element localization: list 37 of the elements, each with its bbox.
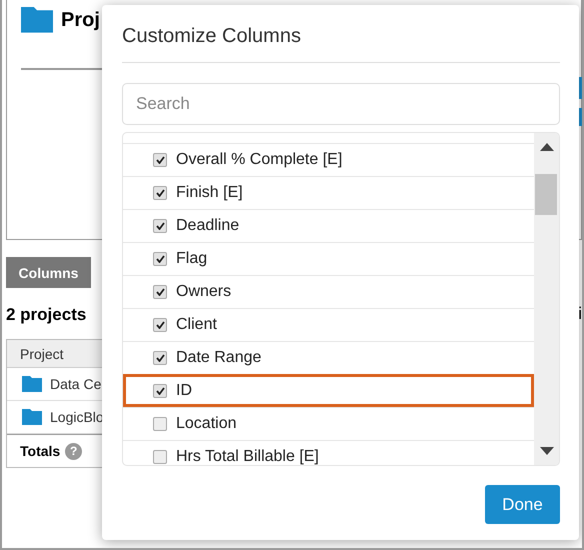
checkbox[interactable] xyxy=(153,153,167,167)
column-option[interactable]: Hrs Total Billable [E] xyxy=(176,448,319,465)
column-option[interactable]: ID xyxy=(176,382,192,400)
checkbox[interactable] xyxy=(153,186,167,200)
scroll-up-icon[interactable] xyxy=(540,143,554,151)
checkbox[interactable] xyxy=(153,252,167,266)
column-option[interactable]: Flag xyxy=(176,250,208,268)
totals-label: Totals xyxy=(20,443,60,459)
columns-tab[interactable]: Columns xyxy=(6,257,91,288)
checkbox[interactable] xyxy=(153,318,167,332)
checkbox[interactable] xyxy=(153,219,167,233)
page-title: Proj xyxy=(61,8,100,32)
search-field[interactable]: Search xyxy=(122,83,560,125)
column-option[interactable]: Overall % Complete [E] xyxy=(176,151,342,169)
column-option[interactable]: Date Range xyxy=(176,349,262,367)
folder-icon xyxy=(22,376,42,392)
column-option[interactable]: Location xyxy=(176,415,236,433)
project-name[interactable]: Data Ce xyxy=(50,376,102,392)
folder-icon xyxy=(22,409,42,425)
checkbox[interactable] xyxy=(153,417,167,431)
checkbox[interactable] xyxy=(153,384,167,398)
checkbox[interactable] xyxy=(153,285,167,299)
scrollbar[interactable] xyxy=(534,133,559,465)
summary-text: 2 projects xyxy=(6,305,86,325)
done-button[interactable]: Done xyxy=(485,485,560,524)
column-option[interactable]: Client xyxy=(176,316,217,334)
column-option[interactable]: Finish [E] xyxy=(176,184,243,202)
folder-icon xyxy=(21,7,53,33)
project-name[interactable]: LogicBlo xyxy=(50,409,104,425)
dialog-title: Customize Columns xyxy=(122,25,560,63)
checkbox[interactable] xyxy=(153,351,167,365)
summary-text: i xyxy=(578,304,582,324)
scroll-down-icon[interactable] xyxy=(540,447,554,455)
scroll-thumb[interactable] xyxy=(535,174,557,215)
column-option[interactable]: Owners xyxy=(176,283,232,301)
column-option[interactable]: Deadline xyxy=(176,217,240,235)
checkbox[interactable] xyxy=(153,450,167,464)
